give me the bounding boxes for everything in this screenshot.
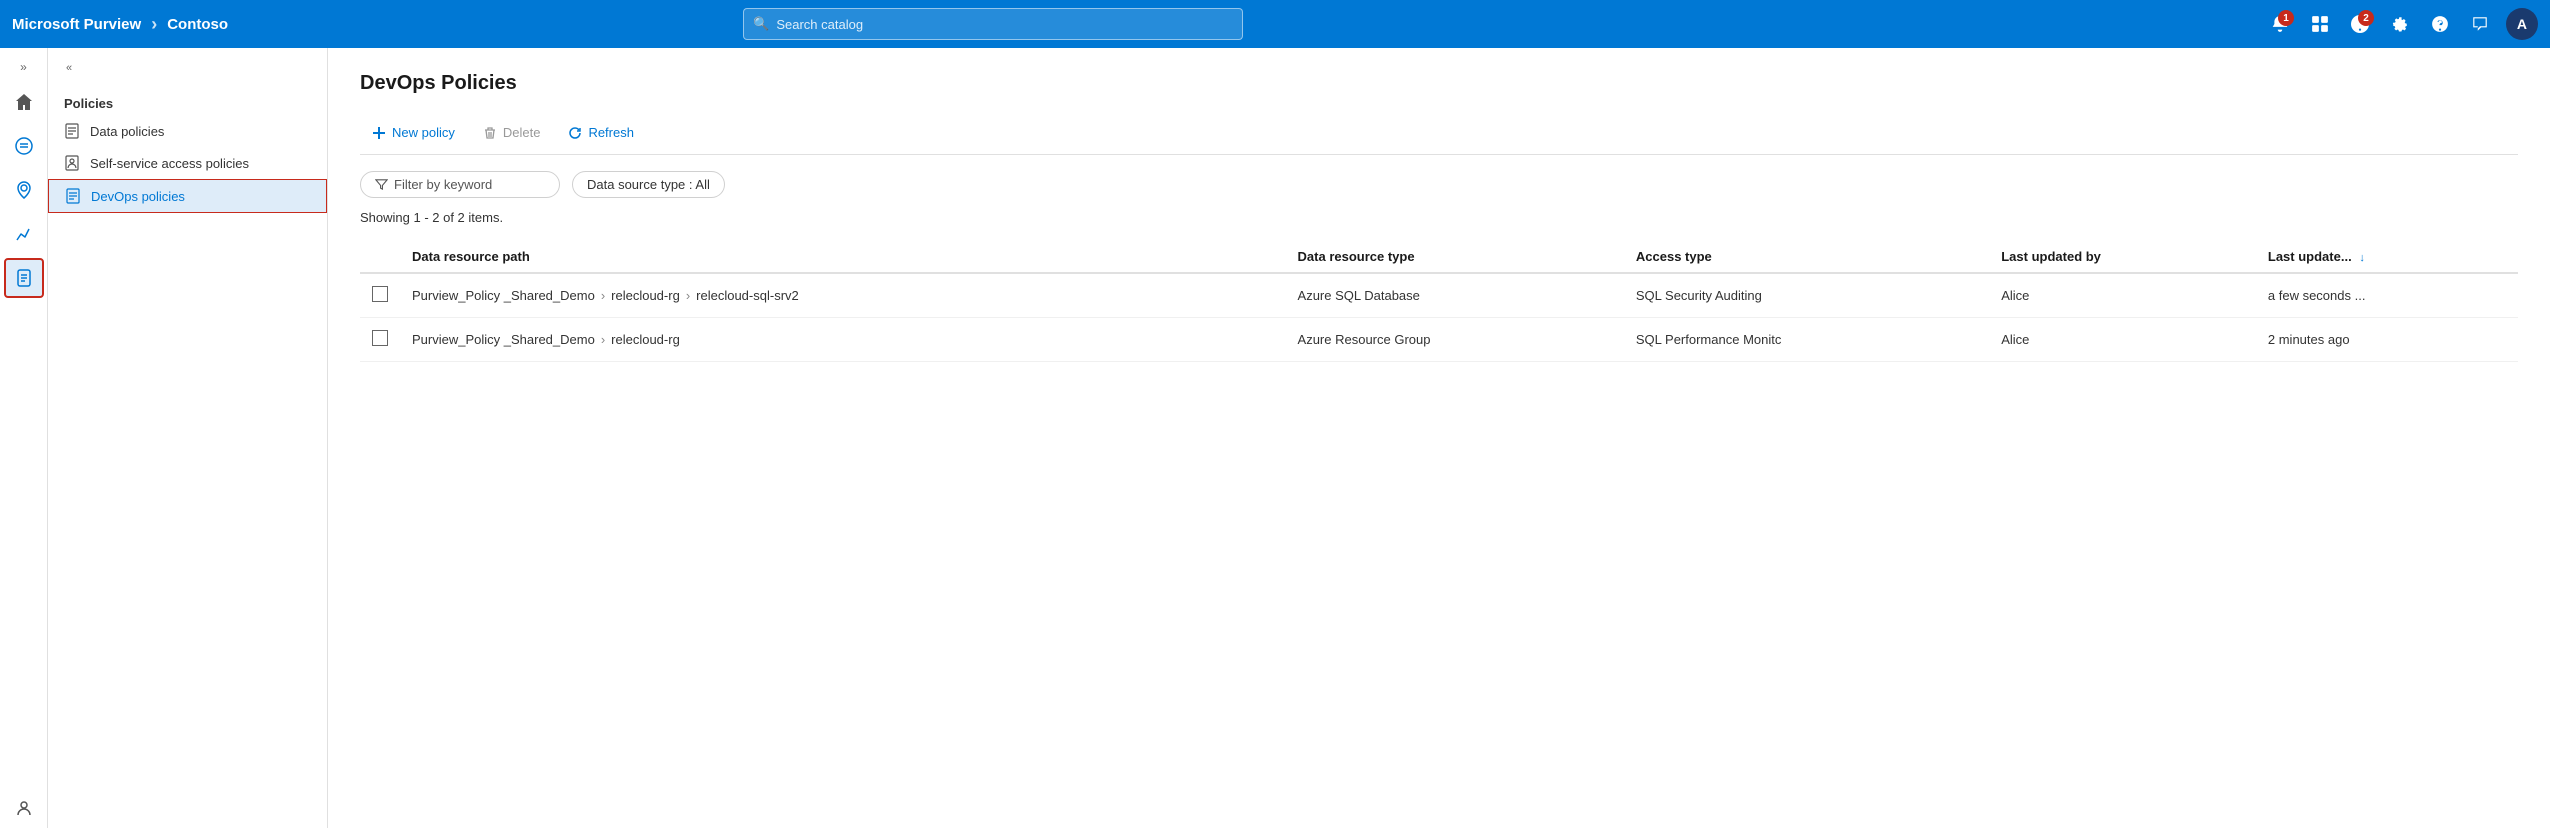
settings-button[interactable]: [2382, 6, 2418, 42]
row2-path-cell: Purview_Policy _Shared_Demo › relecloud-…: [400, 318, 1286, 362]
col-checkbox: [360, 241, 400, 273]
tenant-name: Contoso: [167, 16, 228, 33]
search-area: 🔍: [743, 8, 1243, 40]
brand-name: Microsoft Purview: [12, 16, 141, 33]
policies-table: Data resource path Data resource type Ac…: [360, 241, 2518, 362]
row1-access-type: SQL Security Auditing: [1624, 273, 1989, 318]
nav-item-data-policies[interactable]: Data policies: [48, 115, 327, 147]
new-policy-button[interactable]: New policy: [360, 119, 467, 146]
keyword-filter[interactable]: Filter by keyword: [360, 171, 560, 198]
row1-last-updated: a few seconds ...: [2256, 273, 2518, 318]
new-policy-label: New policy: [392, 125, 455, 140]
datasource-filter-label: Data source type : All: [587, 177, 710, 192]
row1-checkbox[interactable]: [372, 286, 388, 302]
sidebar-item-map[interactable]: [4, 170, 44, 210]
search-input[interactable]: [743, 8, 1243, 40]
expand-sidebar-button[interactable]: »: [16, 56, 31, 78]
filter-placeholder: Filter by keyword: [394, 177, 492, 192]
row1-path-cell: Purview_Policy _Shared_Demo › relecloud-…: [400, 273, 1286, 318]
main-layout: » « Policies: [0, 48, 2550, 828]
row2-last-updated: 2 minutes ago: [2256, 318, 2518, 362]
alerts-badge: 2: [2358, 10, 2374, 26]
nav-panel: « Policies Data policies Self-service ac…: [48, 48, 328, 828]
row2-checkbox[interactable]: [372, 330, 388, 346]
delete-button[interactable]: Delete: [471, 119, 553, 146]
help-button[interactable]: [2422, 6, 2458, 42]
toolbar: New policy Delete Refresh: [360, 111, 2518, 155]
col-data-resource-path[interactable]: Data resource path: [400, 241, 1286, 273]
icon-sidebar: »: [0, 48, 48, 828]
feedback-button[interactable]: [2462, 6, 2498, 42]
col-data-resource-type[interactable]: Data resource type: [1286, 241, 1624, 273]
nav-item-self-service-label: Self-service access policies: [90, 156, 249, 171]
row1-path: Purview_Policy _Shared_Demo › relecloud-…: [412, 288, 1274, 303]
results-count: Showing 1 - 2 of 2 items.: [360, 210, 2518, 225]
top-bar: Microsoft Purview › Contoso 🔍 1 2: [0, 0, 2550, 48]
sort-icon: ↓: [2359, 252, 2365, 264]
refresh-button[interactable]: Refresh: [556, 119, 646, 146]
table-header-row: Data resource path Data resource type Ac…: [360, 241, 2518, 273]
table-row: Purview_Policy _Shared_Demo › relecloud-…: [360, 273, 2518, 318]
collapse-nav-button[interactable]: «: [60, 60, 78, 76]
top-bar-icons: 1 2 A: [2262, 6, 2538, 42]
content-area: DevOps Policies New policy Delete Refres…: [328, 48, 2550, 828]
brand-separator: ›: [151, 14, 157, 35]
nav-item-data-policies-label: Data policies: [90, 124, 164, 139]
brand: Microsoft Purview › Contoso: [12, 14, 228, 35]
alerts-button[interactable]: 2: [2342, 6, 2378, 42]
search-wrapper: 🔍: [743, 8, 1243, 40]
sidebar-item-catalog[interactable]: [4, 126, 44, 166]
sidebar-item-policies[interactable]: [4, 258, 44, 298]
notifications-badge: 1: [2278, 10, 2294, 26]
sidebar-item-insights[interactable]: [4, 214, 44, 254]
filter-icon: [375, 178, 388, 191]
row2-checkbox-cell: [360, 318, 400, 362]
nav-item-self-service[interactable]: Self-service access policies: [48, 147, 327, 179]
row2-path: Purview_Policy _Shared_Demo › relecloud-…: [412, 332, 1274, 347]
row2-updated-by: Alice: [1989, 318, 2256, 362]
notifications-button[interactable]: 1: [2262, 6, 2298, 42]
avatar-label: A: [2517, 16, 2527, 32]
avatar[interactable]: A: [2506, 8, 2538, 40]
sidebar-item-home[interactable]: [4, 82, 44, 122]
delete-label: Delete: [503, 125, 541, 140]
table-row: Purview_Policy _Shared_Demo › relecloud-…: [360, 318, 2518, 362]
col-access-type[interactable]: Access type: [1624, 241, 1989, 273]
row1-type: Azure SQL Database: [1286, 273, 1624, 318]
row2-access-type: SQL Performance Monitc: [1624, 318, 1989, 362]
row1-checkbox-cell: [360, 273, 400, 318]
page-title: DevOps Policies: [360, 72, 2518, 95]
row1-updated-by: Alice: [1989, 273, 2256, 318]
datasource-type-filter[interactable]: Data source type : All: [572, 171, 725, 198]
nav-section-title: Policies: [48, 92, 327, 115]
switch-button[interactable]: [2302, 6, 2338, 42]
nav-panel-header: «: [48, 56, 327, 84]
refresh-label: Refresh: [588, 125, 634, 140]
row2-type: Azure Resource Group: [1286, 318, 1624, 362]
col-last-updated[interactable]: Last update... ↓: [2256, 241, 2518, 273]
filter-row: Filter by keyword Data source type : All: [360, 171, 2518, 198]
col-last-updated-by[interactable]: Last updated by: [1989, 241, 2256, 273]
sidebar-item-admin[interactable]: [4, 788, 44, 828]
nav-item-devops-policies-label: DevOps policies: [91, 189, 185, 204]
nav-item-devops-policies[interactable]: DevOps policies: [48, 179, 327, 213]
